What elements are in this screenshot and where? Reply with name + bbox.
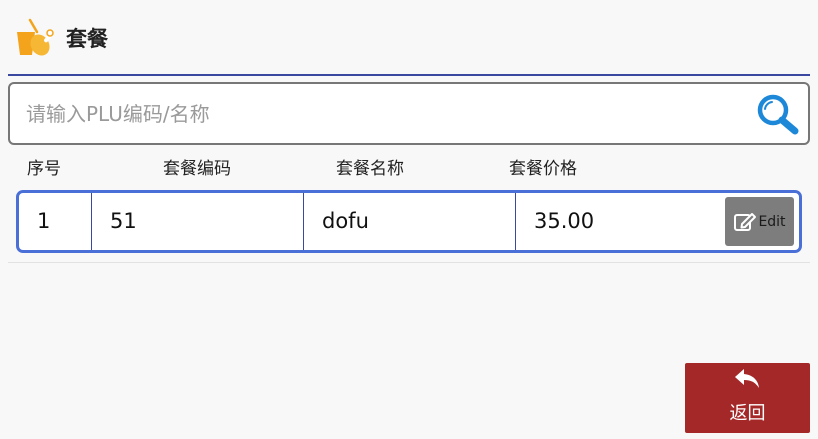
column-header-price: 套餐价格 bbox=[509, 159, 577, 179]
row-price: 35.00 bbox=[534, 209, 595, 233]
page-title: 套餐 bbox=[66, 27, 108, 51]
edit-button[interactable]: Edit bbox=[725, 197, 794, 246]
back-label: 返回 bbox=[729, 403, 766, 424]
row-divider bbox=[8, 262, 810, 263]
row-code: 51 bbox=[92, 193, 304, 250]
table-header: 序号 套餐编码 套餐名称 套餐价格 bbox=[0, 150, 818, 180]
column-header-index: 序号 bbox=[27, 159, 61, 179]
back-button[interactable]: 返回 bbox=[685, 363, 810, 433]
reply-arrow-icon bbox=[735, 369, 759, 388]
edit-label: Edit bbox=[758, 213, 786, 230]
search-input[interactable] bbox=[26, 96, 726, 132]
column-header-code: 套餐编码 bbox=[163, 159, 231, 179]
table-row[interactable]: 1 51 dofu 35.00 Edit bbox=[16, 190, 802, 253]
search-icon[interactable] bbox=[754, 92, 800, 136]
search-box bbox=[8, 82, 810, 145]
row-index: 1 bbox=[19, 193, 92, 250]
column-header-name: 套餐名称 bbox=[336, 159, 404, 179]
drink-and-chicken-leg-icon bbox=[17, 18, 54, 56]
combo-page: 套餐 序号 套餐编码 套餐名称 套餐价格 1 51 dofu 35.00 Edi… bbox=[0, 0, 818, 439]
edit-icon bbox=[734, 212, 757, 231]
page-header: 套餐 bbox=[8, 0, 810, 76]
row-name: dofu bbox=[304, 193, 516, 250]
